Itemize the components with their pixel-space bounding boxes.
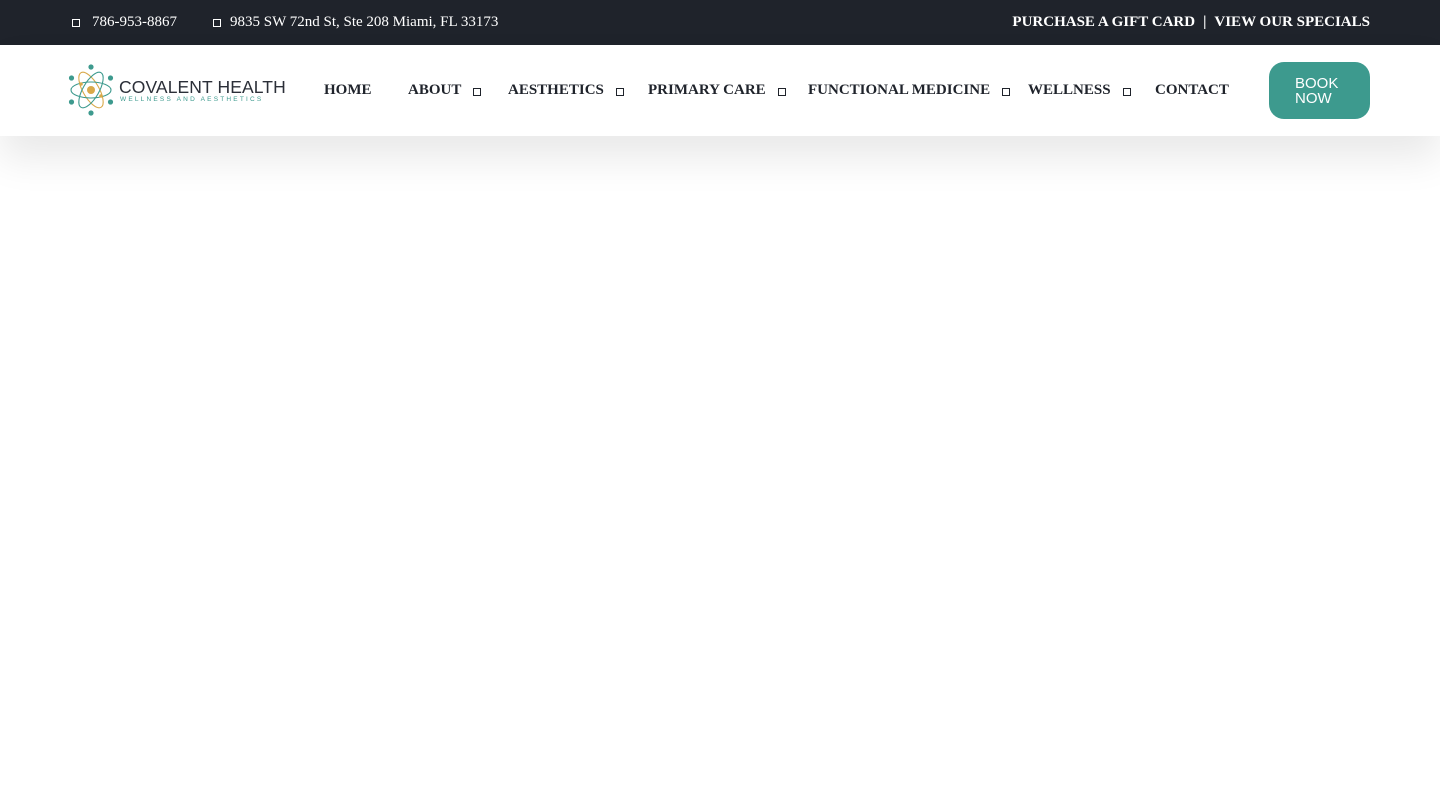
logo-subtitle: WELLNESS AND AESTHETICS bbox=[120, 96, 264, 103]
location-icon bbox=[213, 18, 221, 27]
main-header: COVALENT HEALTH WELLNESS AND AESTHETICS … bbox=[0, 45, 1440, 136]
nav-functional-medicine[interactable]: FUNCTIONAL MEDICINE bbox=[808, 45, 1011, 136]
address-link[interactable]: 9835 SW 72nd St, Ste 208 Miami, FL 33173 bbox=[213, 0, 498, 45]
nav-primary-care-label: PRIMARY CARE bbox=[648, 82, 766, 98]
dropdown-icon bbox=[1122, 87, 1131, 96]
phone-number: 786-953-8867 bbox=[92, 14, 177, 30]
dropdown-icon bbox=[615, 87, 624, 96]
nav-aesthetics[interactable]: AESTHETICS bbox=[508, 45, 624, 136]
phone-link[interactable]: 786-953-8867 bbox=[72, 0, 177, 45]
nav-home[interactable]: HOME bbox=[324, 45, 372, 136]
address-text: 9835 SW 72nd St, Ste 208 Miami, FL 33173 bbox=[230, 14, 499, 30]
nav-contact-label: CONTACT bbox=[1155, 82, 1229, 98]
nav-aesthetics-label: AESTHETICS bbox=[508, 82, 604, 98]
top-bar: 786-953-8867 9835 SW 72nd St, Ste 208 Mi… bbox=[0, 0, 1440, 45]
nav-primary-care[interactable]: PRIMARY CARE bbox=[648, 45, 786, 136]
phone-icon bbox=[72, 18, 80, 27]
nav-about[interactable]: ABOUT bbox=[408, 45, 482, 136]
book-now-button[interactable]: BOOK NOW bbox=[1269, 62, 1370, 119]
nav-home-label: HOME bbox=[324, 82, 372, 98]
main-content bbox=[0, 136, 1440, 810]
dropdown-icon bbox=[1002, 87, 1011, 96]
nav-contact[interactable]: CONTACT bbox=[1155, 45, 1229, 136]
nav-functional-medicine-label: FUNCTIONAL MEDICINE bbox=[808, 82, 991, 98]
nav-wellness[interactable]: WELLNESS bbox=[1028, 45, 1131, 136]
dropdown-icon bbox=[777, 87, 786, 96]
gift-card-link[interactable]: PURCHASE A GIFT CARD bbox=[1012, 14, 1195, 31]
nav-wellness-label: WELLNESS bbox=[1028, 82, 1111, 98]
site-logo[interactable]: COVALENT HEALTH WELLNESS AND AESTHETICS bbox=[68, 63, 288, 119]
nav-about-label: ABOUT bbox=[408, 82, 462, 98]
dropdown-icon bbox=[473, 87, 482, 96]
specials-link[interactable]: VIEW OUR SPECIALS bbox=[1214, 14, 1370, 31]
top-links: PURCHASE A GIFT CARD | VIEW OUR SPECIALS bbox=[1012, 0, 1370, 45]
link-separator: | bbox=[1203, 14, 1207, 30]
book-now-label: BOOK NOW bbox=[1295, 75, 1339, 107]
logo-title: COVALENT HEALTH bbox=[119, 77, 286, 97]
atom-logo-icon bbox=[68, 64, 114, 116]
